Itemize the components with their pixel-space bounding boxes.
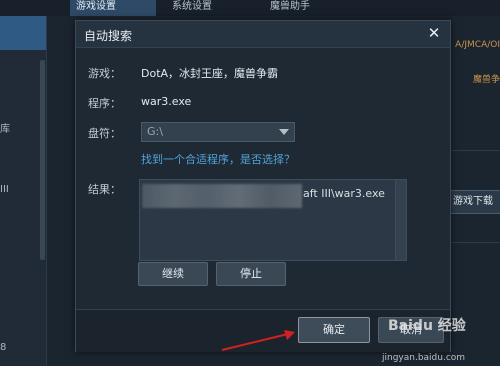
baidu-watermark: Baidu 经验	[388, 318, 466, 334]
watermark-url: jingyan.baidu.com	[382, 353, 466, 363]
arrow-shaft	[221, 333, 289, 351]
annotation-arrow	[221, 330, 295, 351]
arrow-head	[284, 330, 295, 340]
